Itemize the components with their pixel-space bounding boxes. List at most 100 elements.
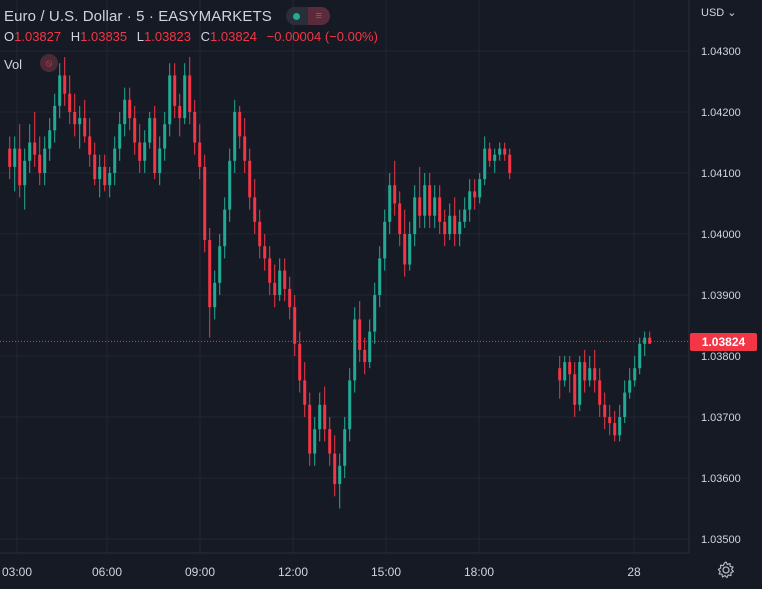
chart-area[interactable]: 1.04300 1.04200 1.04100 1.04000 1.03900 1.038… (0, 0, 762, 589)
candle-body (158, 148, 162, 173)
candle-body (18, 148, 22, 186)
candle (568, 356, 572, 393)
currency-dropdown[interactable]: USD ⌄ (701, 6, 737, 19)
candle (48, 118, 52, 161)
candle (573, 362, 577, 417)
candle-body (403, 234, 407, 265)
data-problem-icon[interactable]: ≡ (307, 7, 330, 25)
candle-body (213, 282, 217, 308)
candle (363, 337, 367, 375)
candle (288, 276, 292, 320)
candle-body (333, 453, 337, 485)
candle (508, 148, 512, 180)
candle-body (498, 148, 502, 155)
candle (643, 331, 647, 356)
candle-body (468, 191, 472, 210)
candle (298, 331, 302, 393)
candle-body (243, 136, 247, 161)
candle-body (203, 166, 207, 241)
candle (198, 124, 202, 180)
candle-body (143, 142, 147, 161)
time-tick-label: 12:00 (278, 565, 308, 579)
volume-label[interactable]: Vol (4, 57, 22, 72)
price-axis[interactable]: 1.04300 1.04200 1.04100 1.04000 1.03900 1.038… (701, 46, 741, 546)
candle (103, 154, 107, 192)
candle (338, 453, 342, 509)
candle-body (473, 191, 477, 198)
candle (433, 185, 437, 228)
candle-body (458, 221, 462, 234)
candle-body (288, 288, 292, 308)
candle-body (568, 362, 572, 375)
candle (393, 160, 397, 216)
candle (318, 392, 322, 442)
time-tick-label: 18:00 (464, 565, 494, 579)
candle-body (433, 197, 437, 216)
candle-body (218, 246, 222, 283)
candle (128, 87, 132, 131)
candle (238, 105, 242, 149)
candle-body (53, 105, 57, 131)
price-tick-label: 1.04200 (701, 107, 741, 119)
candle-body (308, 404, 312, 454)
candle (368, 319, 372, 369)
candle (113, 136, 117, 186)
candle-body (508, 154, 512, 173)
volume-hidden-icon[interactable]: ⦸ (40, 54, 58, 72)
candle (323, 386, 327, 442)
candle-body (573, 374, 577, 405)
candle-body (443, 221, 447, 234)
candle-body (583, 362, 587, 381)
candle-body (343, 429, 347, 466)
candle-body (353, 319, 357, 381)
candle-body (628, 380, 632, 393)
candle (388, 173, 392, 234)
candle (183, 63, 187, 125)
candle (558, 356, 562, 399)
candle-body (263, 246, 267, 259)
gear-icon[interactable] (716, 560, 736, 580)
candle (603, 392, 607, 430)
candle-body (233, 112, 237, 161)
candle-body (228, 160, 232, 210)
price-tick-label: 1.03600 (701, 473, 741, 485)
candle (268, 246, 272, 295)
candle (98, 154, 102, 198)
symbol-title[interactable]: Euro / U.S. Dollar · 5 · EASYMARKETS (4, 8, 272, 25)
candle (178, 93, 182, 137)
last-price-tag: 1.03824 (690, 333, 757, 351)
candle-body (58, 75, 62, 106)
candle-body (363, 349, 367, 363)
candle-body (148, 118, 152, 143)
candle-body (88, 136, 92, 155)
candle-body (8, 148, 12, 167)
candle (628, 368, 632, 399)
candle-body (618, 417, 622, 436)
market-status[interactable]: ≡ (285, 7, 330, 25)
candle (488, 142, 492, 167)
candle (458, 209, 462, 247)
candle (403, 209, 407, 277)
candles (8, 57, 652, 509)
candle-body (593, 368, 597, 381)
candle-body (68, 93, 72, 112)
candle (493, 148, 497, 173)
candle (148, 112, 152, 149)
candle-body (383, 221, 387, 259)
candle (253, 179, 257, 234)
candle (598, 368, 602, 417)
candle (608, 404, 612, 436)
candle (278, 258, 282, 302)
candle-body (118, 124, 122, 149)
time-axis[interactable]: 03:00 06:00 09:00 12:00 15:00 18:00 28 (2, 565, 641, 579)
candle-body (388, 185, 392, 222)
candle (203, 154, 207, 253)
candle-body (208, 240, 212, 308)
candle (88, 118, 92, 167)
candle (498, 142, 502, 161)
candle-body (503, 148, 507, 155)
candle-body (483, 148, 487, 180)
candle-body (488, 148, 492, 161)
candle (618, 404, 622, 442)
time-tick-label: 06:00 (92, 565, 122, 579)
